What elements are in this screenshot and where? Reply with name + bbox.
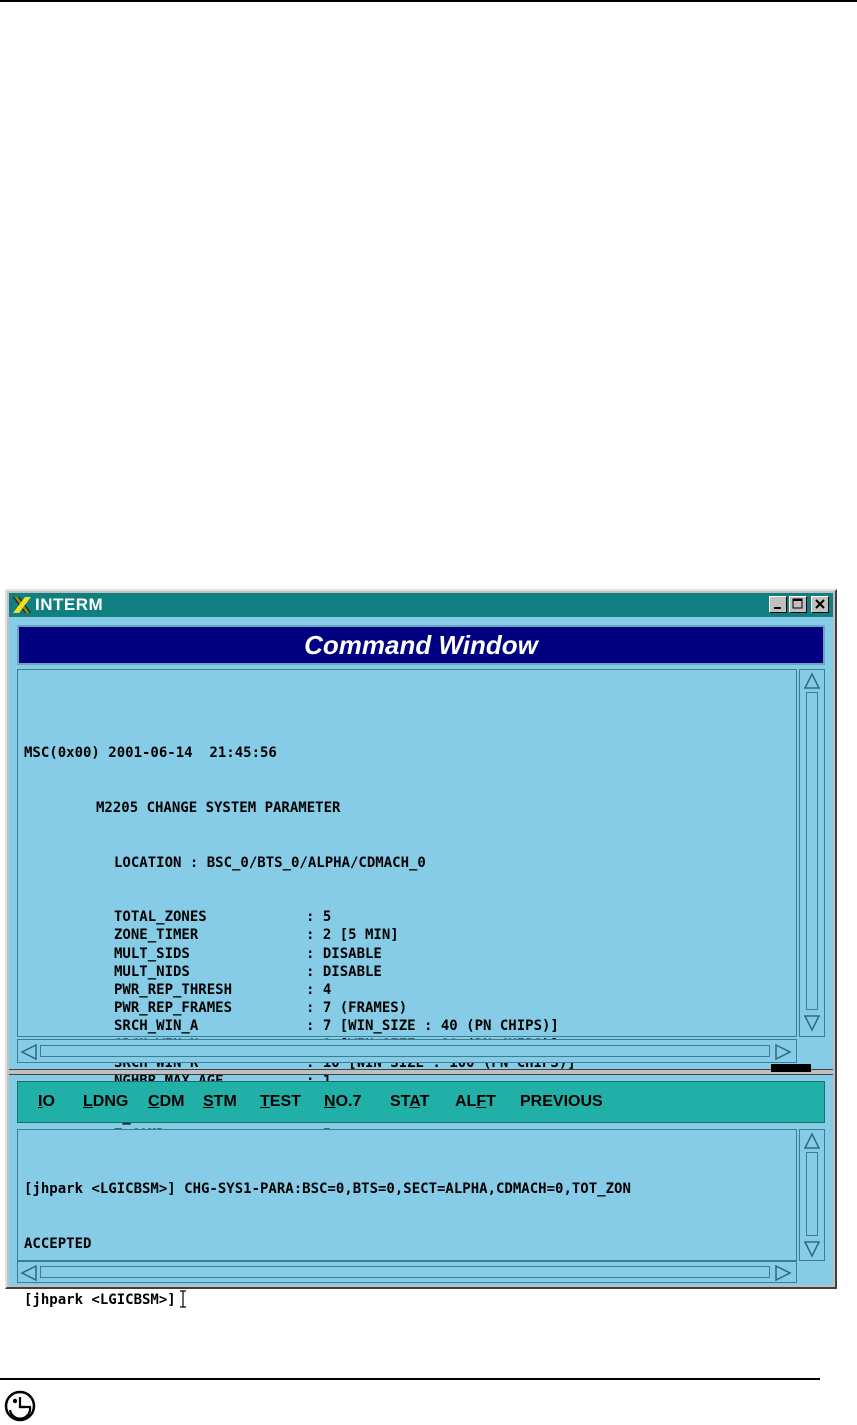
menu-item[interactable]: IO [38,1092,55,1112]
menu-item-text: DM [159,1093,185,1110]
command-prompt: [jhpark <LGICBSM>] [24,1291,176,1308]
arrow-down-icon[interactable] [803,1240,821,1258]
output-hscroll-track[interactable] [40,1045,770,1057]
menu-item-text: TM [213,1093,237,1110]
param-value: : 5 [306,909,332,926]
minimize-icon [774,607,781,609]
param-name: SRCH_WIN_A [114,1018,199,1035]
window-title: INTERM [35,595,104,614]
menu-item-text: ST [390,1093,410,1110]
menu-item-text: O.7 [335,1093,362,1110]
menu-item-text: O [42,1093,55,1110]
pane-sash-handle[interactable] [771,1064,811,1072]
output-lines: MSC(0x00) 2001-06-14 21:45:56 M2205 CHAN… [24,708,576,1199]
menu-item-mnemonic: C [148,1093,160,1110]
command-menu-bar: IO LDNG CDM STM TEST NO.7 STAT ALFT PREVIOUS [17,1081,825,1123]
param-list: TOTAL_ZONES: 5 ZONE_TIMER: 2 [5 MIN] MULT_… [24,908,576,1163]
param-value: : DISABLE [306,963,382,980]
menu-item[interactable]: STM [203,1092,237,1112]
command-input-area[interactable]: [jhpark <LGICBSM>] CHG-SYS1-PARA:BSC=0,B… [17,1129,797,1308]
menu-item-text: EST [269,1093,301,1110]
input-lines: [jhpark <LGICBSM>] CHG-SYS1-PARA:BSC=0,B… [24,1144,631,1344]
input-vertical-scrollbar[interactable] [799,1129,825,1261]
arrow-left-icon[interactable] [20,1264,38,1282]
param-value: : 7 [WIN_SIZE : 40 (PN CHIPS)] [306,1018,559,1035]
input-history-line: [jhpark <LGICBSM>] CHG-SYS1-PARA:BSC=0,B… [24,1181,631,1198]
output-header-line: MSC(0x00) 2001-06-14 21:45:56 [24,745,277,762]
arrow-up-icon[interactable] [803,672,821,690]
output-command-line: M2205 CHANGE SYSTEM PARAMETER [96,800,341,816]
pane-divider[interactable] [9,1069,833,1075]
maximize-icon [792,598,803,609]
param-name: MULT_SIDS [114,945,190,962]
text-cursor-icon [179,1289,186,1308]
param-line: SRCH_WIN_A : 7 [WIN_SIZE : 40 (PN CHIPS)] [24,1017,576,1035]
menu-item-mnemonic: S [203,1093,214,1110]
menu-item[interactable]: CDM [148,1092,184,1112]
arrow-left-icon[interactable] [20,1043,38,1061]
command-window-title: Command Window [304,630,538,660]
menu-item[interactable]: TEST [260,1092,301,1112]
arrow-up-icon[interactable] [803,1132,821,1150]
output-location-line: LOCATION : BSC_0/BTS_0/ALPHA/CDMACH_0 [114,854,426,871]
param-line: TOTAL_ZONES : 5 [24,908,576,926]
menu-item-mnemonic: F [476,1093,487,1110]
minimize-button[interactable] [769,596,787,613]
param-name: PWR_REP_FRAMES [114,1000,233,1017]
param-line: ZONE_TIMER : 2 [5 MIN] [24,926,576,944]
menu-item[interactable]: PREVIOUS [520,1092,603,1112]
arrow-right-icon[interactable] [774,1043,792,1061]
menu-item-mnemonic: L [83,1093,93,1110]
maximize-button[interactable] [789,596,807,613]
command-pane: Command Window MSC(0x00) 2001-06-14 21:4… [9,617,833,1308]
menu-item-mnemonic: A [409,1093,420,1110]
param-line: MULT_SIDS : DISABLE [24,945,576,963]
menu-item-text: DNG [92,1093,129,1110]
param-name: TOTAL_ZONES [114,909,207,926]
x-logo-icon [13,597,31,613]
command-window-banner: Command Window [17,625,825,665]
close-button[interactable] [811,596,829,613]
param-value: : 2 [5 MIN] [306,927,399,944]
input-prompt-line[interactable]: [jhpark <LGICBSM>] [24,1289,631,1308]
menu-item-text: T [486,1093,496,1110]
menu-item-text: AL [455,1093,477,1110]
output-horizontal-scrollbar[interactable] [17,1039,797,1063]
menu-item[interactable]: STAT [390,1092,429,1112]
param-line: PWR_REP_THRESH : 4 [24,981,576,999]
arrow-right-icon[interactable] [774,1264,792,1282]
menu-item-text: PREVIOUS [520,1093,603,1110]
interm-window: INTERM Command Window MSC(0x00) 2001-06-… [5,589,837,1308]
menu-item-text: T [419,1093,430,1110]
input-vscroll-track[interactable] [806,1152,818,1236]
param-value: : DISABLE [306,945,382,962]
arrow-down-icon[interactable] [803,1014,821,1032]
top-rule [0,0,857,2]
output-vertical-scrollbar[interactable] [799,669,825,1037]
footer-rule [0,1378,820,1380]
title-bar[interactable]: INTERM [9,593,833,617]
param-line: MULT_NIDS : DISABLE [24,963,576,981]
input-horizontal-scrollbar[interactable] [17,1261,797,1283]
input-hscroll-track[interactable] [40,1266,770,1278]
output-text-area[interactable]: MSC(0x00) 2001-06-14 21:45:56 M2205 CHAN… [17,669,797,1162]
menu-item[interactable]: ALFT [455,1092,496,1112]
param-value: : 4 [306,981,332,998]
menu-item[interactable]: NO.7 [324,1092,361,1112]
close-icon [815,599,825,609]
lg-logo-icon [4,1390,36,1422]
param-name: ZONE_TIMER [114,927,199,944]
menu-item-mnemonic: T [260,1093,270,1110]
menu-item[interactable]: LDNG [83,1092,128,1112]
param-name: MULT_NIDS [114,963,190,980]
param-line: PWR_REP_FRAMES : 7 (FRAMES) [24,999,576,1017]
input-result-line: ACCEPTED [24,1236,92,1252]
param-name: PWR_REP_THRESH [114,981,233,998]
param-value: : 7 (FRAMES) [306,1000,408,1017]
menu-item-mnemonic: N [324,1093,336,1110]
output-vscroll-track[interactable] [806,692,818,1010]
